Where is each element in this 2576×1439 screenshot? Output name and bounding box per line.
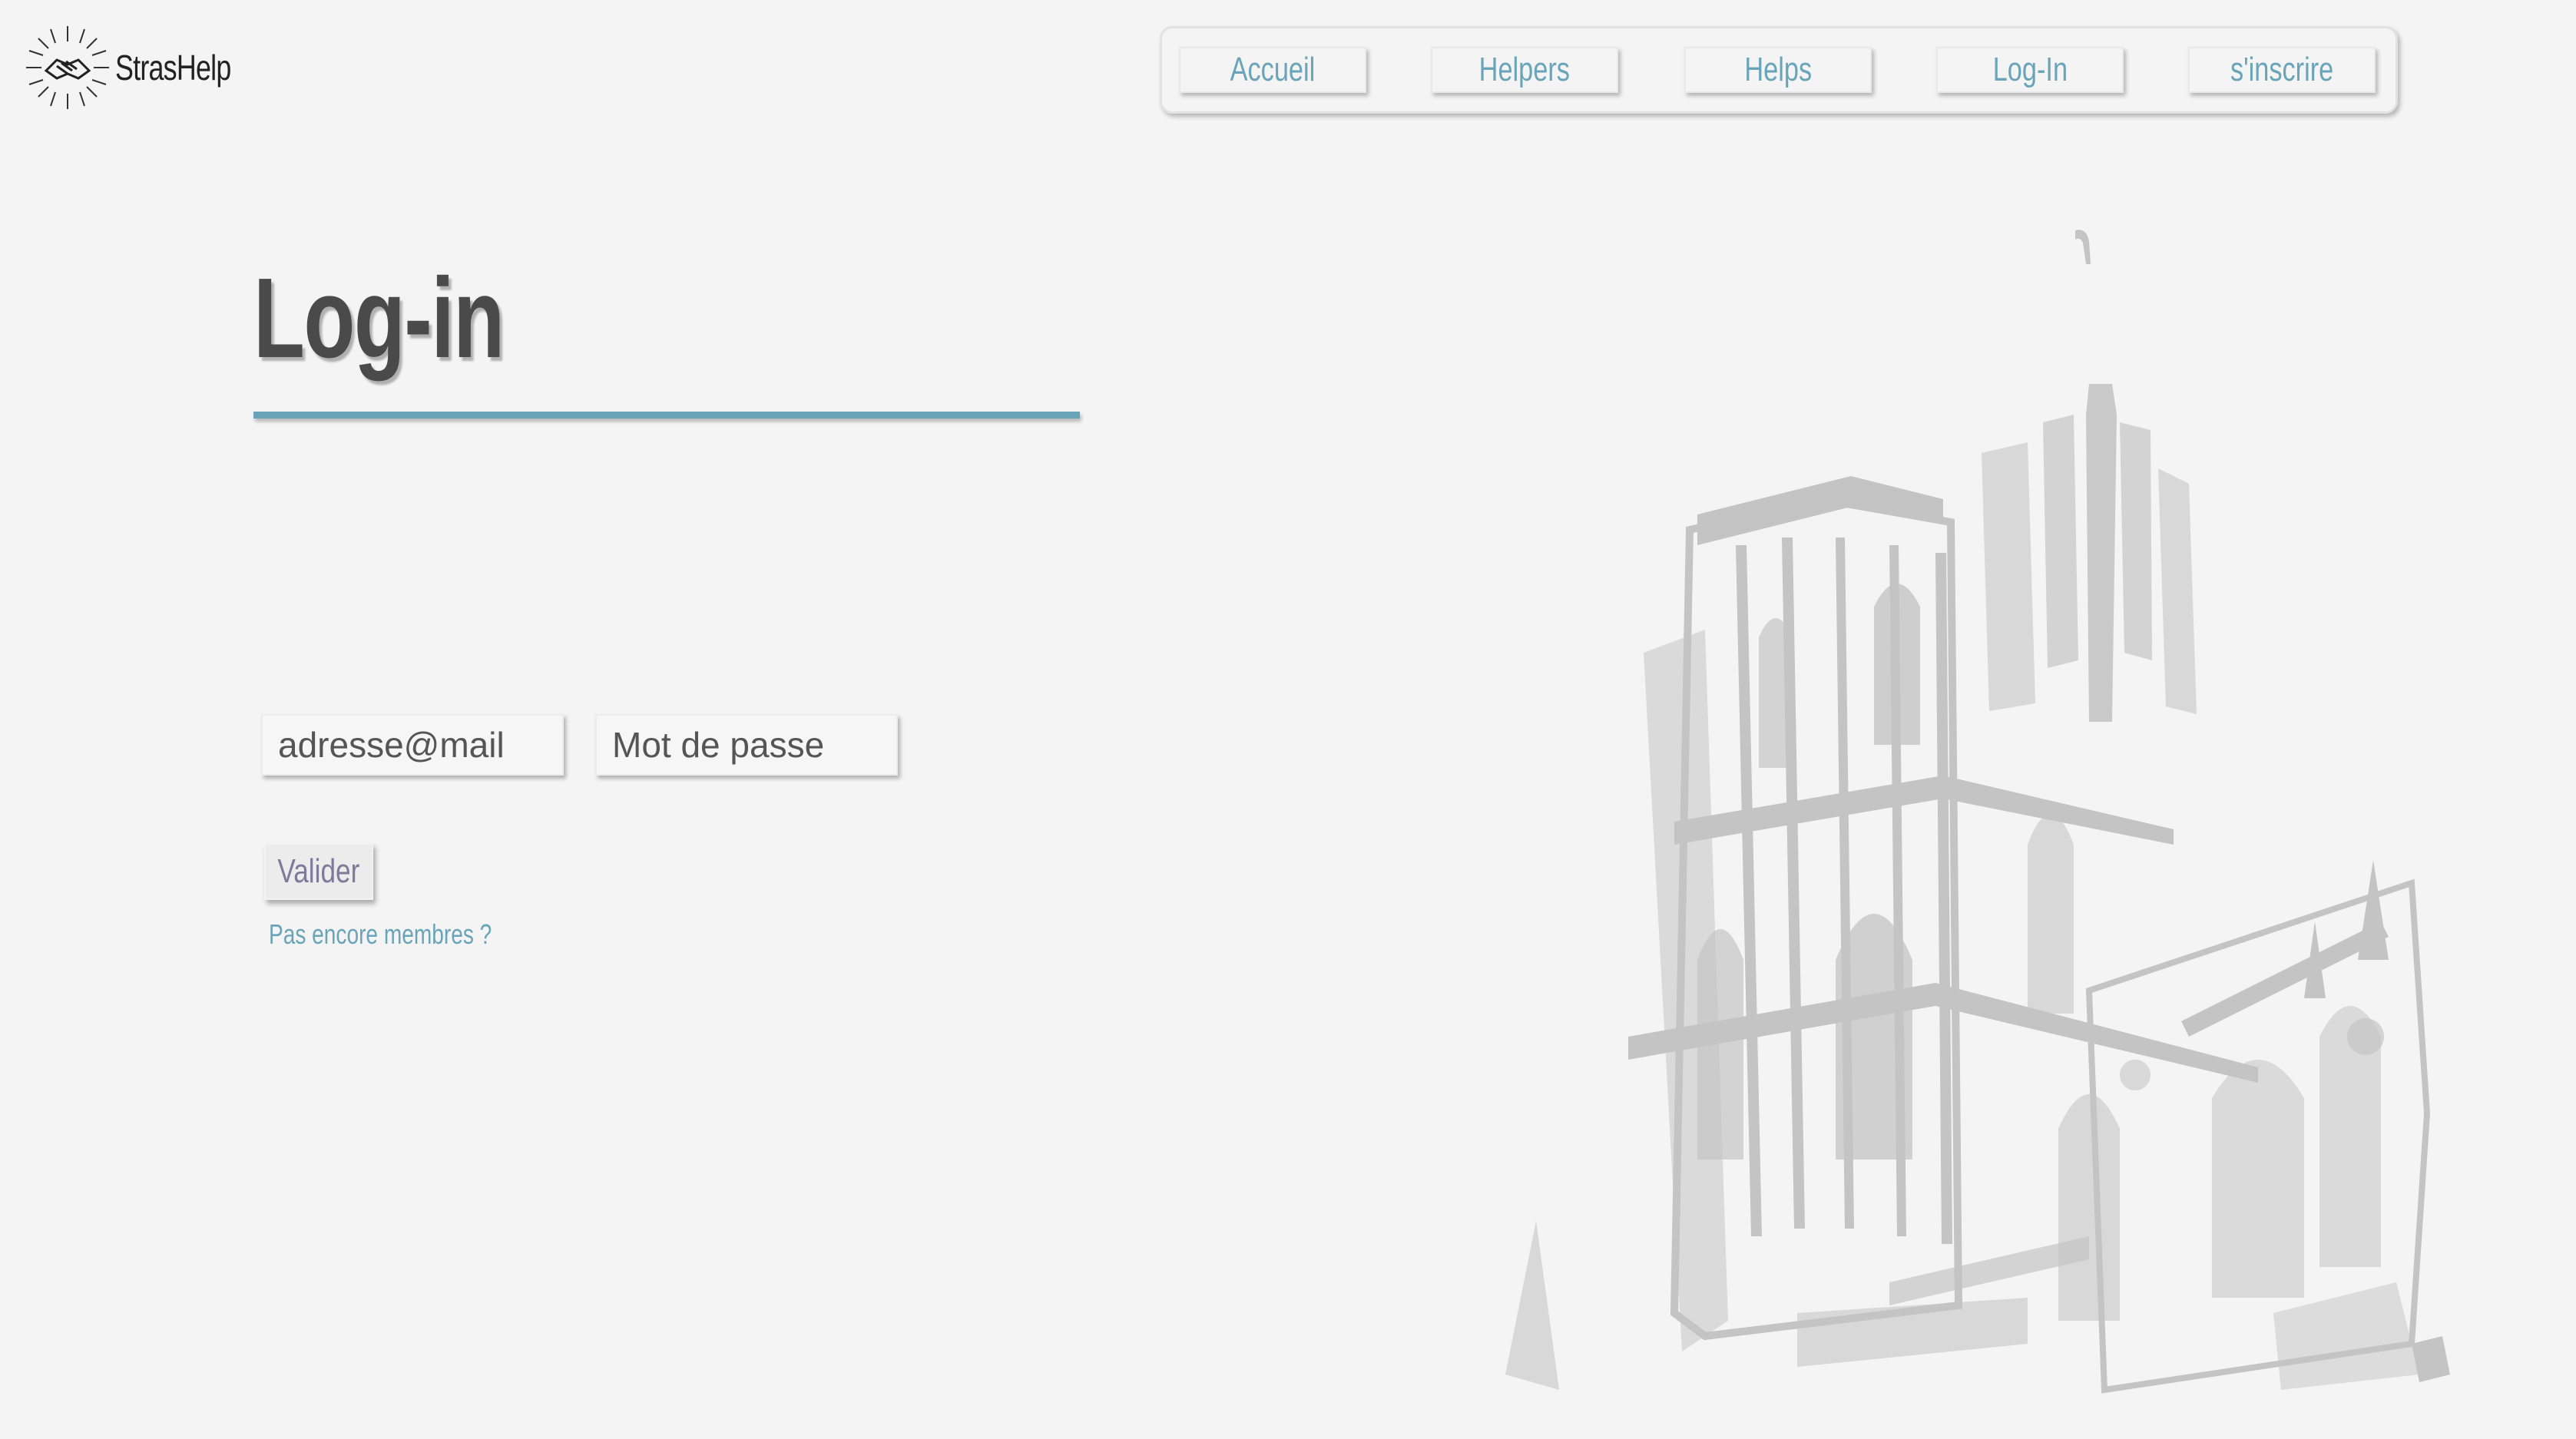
password-field[interactable] [595, 714, 898, 776]
handshake-sun-icon [26, 26, 109, 109]
brand-logo[interactable]: StrasHelp [23, 23, 263, 112]
nav-accueil[interactable]: Accueil [1179, 47, 1366, 93]
submit-button[interactable]: Valider [264, 843, 373, 900]
nav-helps-label: Helps [1744, 51, 1812, 88]
nav-helpers-label: Helpers [1478, 51, 1571, 88]
email-field[interactable] [261, 714, 564, 776]
nav-helpers[interactable]: Helpers [1431, 47, 1618, 93]
strasbourg-cathedral-icon [1505, 230, 2450, 1394]
nav-login[interactable]: Log-In [1936, 47, 2124, 93]
title-underline [253, 412, 1080, 418]
submit-button-label: Valider [277, 852, 360, 890]
signup-link[interactable]: Pas encore membres ? [269, 918, 492, 951]
main-nav: Accueil Helpers Helps Log-In s'inscrire [1160, 26, 2398, 114]
page: StrasHelp Accueil Helpers Helps Log-In s… [0, 0, 2576, 1439]
brand-name: StrasHelp [115, 48, 231, 88]
nav-signup[interactable]: s'inscrire [2188, 47, 2376, 93]
nav-signup-label: s'inscrire [2230, 51, 2334, 88]
page-title: Log-in [253, 255, 505, 382]
nav-accueil-label: Accueil [1230, 51, 1316, 88]
nav-helps[interactable]: Helps [1684, 47, 1872, 93]
nav-login-label: Log-In [1992, 51, 2068, 88]
